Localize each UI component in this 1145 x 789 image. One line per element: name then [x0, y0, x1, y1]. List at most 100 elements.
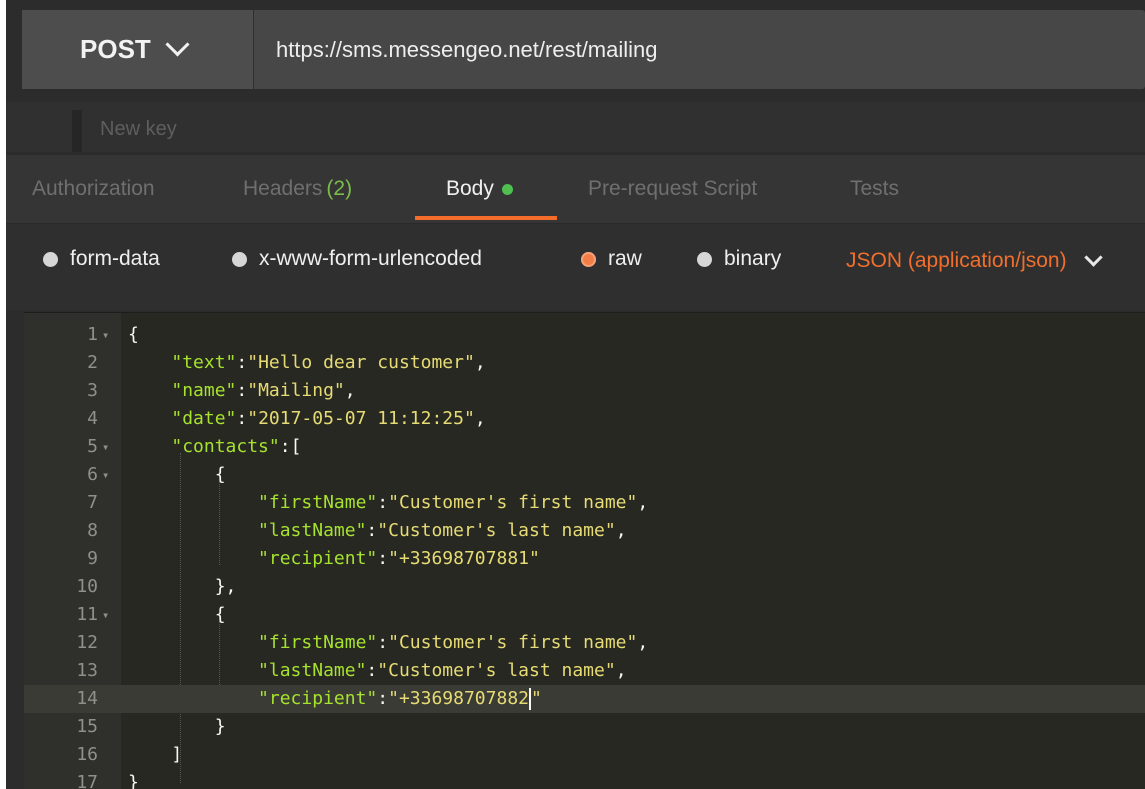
- line-number: 9: [87, 548, 98, 569]
- json-string: "Hello dear customer": [247, 352, 475, 373]
- json-punctuation: ,: [637, 632, 649, 653]
- form-data-label: form-data: [70, 247, 160, 270]
- json-punctuation: :: [377, 492, 389, 513]
- code-text: "firstName":"Customer's first name",: [128, 489, 648, 517]
- code-text: "contacts":[: [128, 433, 301, 461]
- code-text: }: [128, 713, 226, 741]
- json-punctuation: :: [236, 408, 248, 429]
- line-number: 12: [76, 632, 98, 653]
- line-number: 5: [87, 436, 98, 457]
- json-punctuation: {: [128, 464, 226, 485]
- radio-unchecked-icon: [697, 251, 712, 267]
- json-key: "date": [171, 408, 237, 429]
- chevron-down-icon: [165, 32, 190, 57]
- fold-arrow-icon[interactable]: ▾: [102, 321, 109, 349]
- method-dropdown[interactable]: POST: [22, 10, 254, 89]
- radio-urlencoded[interactable]: x-www-form-urlencoded: [232, 247, 482, 271]
- json-string: "Mailing": [247, 380, 345, 401]
- line-number: 4: [87, 408, 98, 429]
- radio-form-data[interactable]: form-data: [43, 247, 160, 271]
- json-string: ": [531, 688, 542, 709]
- code-line: 1 ▾ {: [24, 321, 1145, 349]
- json-punctuation: ]: [128, 744, 183, 765]
- json-punctuation: :: [377, 688, 389, 709]
- json-key: "text": [171, 352, 237, 373]
- new-key-input[interactable]: [98, 112, 402, 146]
- tab-headers[interactable]: Headers (2): [243, 155, 352, 223]
- code-text: },: [128, 573, 237, 601]
- body-status-dot-icon: [501, 183, 513, 195]
- json-string: "Customer's first name": [388, 492, 638, 513]
- tab-pre-request-script[interactable]: Pre-request Script: [588, 155, 757, 223]
- fold-arrow-icon[interactable]: ▾: [102, 433, 109, 461]
- json-punctuation: :: [377, 632, 389, 653]
- line-number: 2: [87, 352, 98, 373]
- code-text: "date":"2017-05-07 11:12:25",: [128, 405, 486, 433]
- json-punctuation: :: [366, 520, 378, 541]
- radio-unchecked-icon: [232, 251, 247, 267]
- radio-unchecked-icon: [43, 251, 58, 267]
- json-punctuation: }: [128, 716, 226, 737]
- json-string: "+33698707882: [388, 688, 529, 709]
- line-number: 16: [76, 744, 98, 765]
- line-number: 17: [76, 772, 98, 789]
- postman-app: POST https://sms.messengeo.net/rest/mail…: [6, 0, 1145, 789]
- code-line: 9 "recipient":"+33698707881": [24, 545, 1145, 573]
- code-line: 6 ▾ {: [24, 461, 1145, 489]
- json-string: "2017-05-07 11:12:25": [247, 408, 475, 429]
- line-number: 11: [76, 604, 98, 625]
- content-type-label: JSON (application/json): [846, 249, 1067, 272]
- code-line: 3 "name":"Mailing",: [24, 377, 1145, 405]
- url-input[interactable]: https://sms.messengeo.net/rest/mailing: [254, 10, 1145, 89]
- urlencoded-label: x-www-form-urlencoded: [259, 247, 482, 270]
- line-number: 13: [76, 660, 98, 681]
- code-text: "text":"Hello dear customer",: [128, 349, 485, 377]
- code-text: "name":"Mailing",: [128, 377, 356, 405]
- headers-count: (2): [326, 177, 353, 200]
- json-punctuation: ,: [344, 380, 356, 401]
- code-text: {: [128, 461, 226, 489]
- method-label: POST: [80, 34, 151, 64]
- tab-authorization[interactable]: Authorization: [32, 155, 155, 223]
- json-punctuation: :: [236, 352, 248, 373]
- tab-tests-label: Tests: [850, 177, 900, 200]
- code-line: 14 "recipient":"+33698707882 ": [24, 685, 1145, 713]
- code-line: 7 "firstName":"Customer's first name",: [24, 489, 1145, 517]
- json-punctuation: :[: [279, 436, 302, 457]
- code-text: {: [128, 321, 139, 349]
- json-punctuation: [128, 688, 258, 709]
- fold-arrow-icon[interactable]: ▾: [102, 601, 109, 629]
- json-punctuation: ,: [615, 520, 627, 541]
- json-punctuation: [128, 548, 258, 569]
- line-number: 14: [76, 688, 98, 709]
- json-punctuation: :: [377, 548, 389, 569]
- binary-label: binary: [724, 247, 782, 270]
- code-line: 16 ]: [24, 741, 1145, 769]
- radio-binary[interactable]: binary: [697, 247, 781, 271]
- tab-tests[interactable]: Tests: [850, 155, 899, 223]
- code-line: 10 },: [24, 573, 1145, 601]
- radio-raw[interactable]: raw: [581, 247, 642, 271]
- code-text: "recipient":"+33698707881": [128, 545, 540, 573]
- content-type-dropdown[interactable]: JSON (application/json): [846, 247, 1103, 273]
- tab-body[interactable]: Body: [446, 155, 513, 223]
- code-text: "lastName":"Customer's last name",: [128, 657, 626, 685]
- line-number: 15: [76, 716, 98, 737]
- code-text: }: [128, 769, 139, 789]
- json-key: "lastName": [258, 520, 367, 541]
- json-string: "Customer's first name": [388, 632, 638, 653]
- request-bar: POST https://sms.messengeo.net/rest/mail…: [22, 10, 1145, 89]
- json-key: "recipient": [258, 688, 378, 709]
- code-editor[interactable]: 1 ▾{2 "text":"Hello dear customer", 3 "nam…: [24, 312, 1145, 789]
- code-line: 15 }: [24, 713, 1145, 741]
- tab-body-label: Body: [446, 177, 494, 200]
- json-punctuation: ,: [474, 408, 486, 429]
- line-number: 8: [87, 520, 98, 541]
- json-key: "firstName": [258, 632, 378, 653]
- raw-label: raw: [608, 247, 642, 270]
- fold-arrow-icon[interactable]: ▾: [102, 461, 109, 489]
- json-key: "recipient": [258, 548, 378, 569]
- json-punctuation: [128, 660, 258, 681]
- code-line: 8 "lastName":"Customer's last name",: [24, 517, 1145, 545]
- code-line: 2 "text":"Hello dear customer",: [24, 349, 1145, 377]
